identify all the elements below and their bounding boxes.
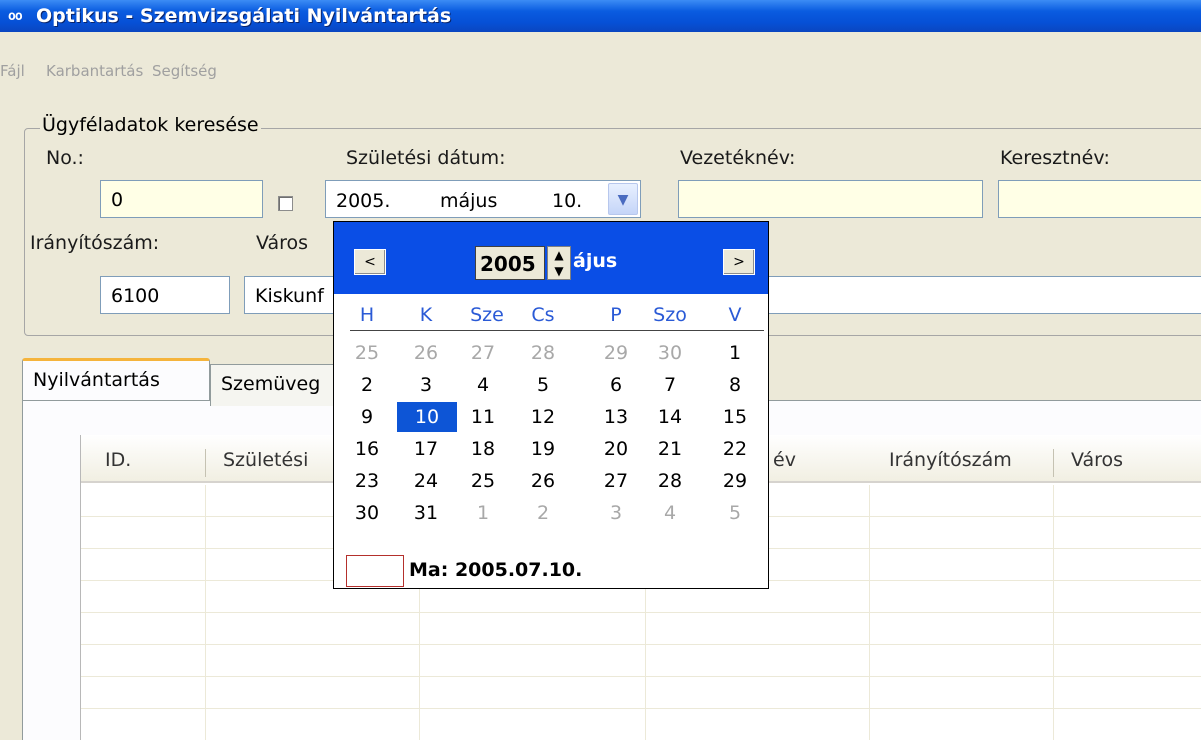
calendar-day[interactable]: 11	[458, 402, 508, 432]
search-group-title: Ügyféladatok keresése	[40, 114, 261, 136]
month-name[interactable]: ájus	[573, 250, 617, 272]
calendar-day[interactable]: 5	[710, 498, 760, 528]
calendar-day[interactable]: 12	[518, 402, 568, 432]
calendar-day[interactable]: 29	[591, 338, 641, 368]
menu-bar: Fájl Karbantartás Segítség	[0, 62, 1201, 92]
weekday-label: V	[728, 304, 742, 326]
menu-item-segitseg[interactable]: Segítség	[152, 62, 217, 80]
calendar-popup: < 2005 ▲ ▼ ájus > H K Sze Cs P Szo V 25 26…	[333, 221, 769, 589]
zip-field[interactable]: 6100	[100, 276, 230, 314]
lastname-label: Vezetéknév:	[680, 147, 796, 169]
calendar-day[interactable]: 21	[645, 434, 695, 464]
calendar-day[interactable]: 4	[458, 370, 508, 400]
calendar-day[interactable]: 27	[591, 466, 641, 496]
calendar-day[interactable]: 28	[645, 466, 695, 496]
city-label: Város	[256, 232, 309, 254]
calendar-day[interactable]: 9	[342, 402, 392, 432]
calendar-day[interactable]: 14	[645, 402, 695, 432]
year-field[interactable]: 2005	[475, 246, 545, 280]
window-title: Optikus - Szemvizsgálati Nyilvántartás	[36, 5, 452, 27]
weekday-label: Cs	[531, 304, 555, 326]
weekday-label: Sze	[470, 304, 504, 326]
calendar-day[interactable]: 30	[342, 498, 392, 528]
birthdate-label: Születési dátum:	[346, 147, 506, 169]
calendar-day[interactable]: 23	[342, 466, 392, 496]
spin-arrows-icon: ▲ ▼	[554, 248, 564, 278]
app-glasses-icon: oo	[8, 9, 23, 24]
grid-column-line	[869, 485, 870, 740]
calendar-day[interactable]: 6	[591, 370, 641, 400]
chevron-right-icon: >	[733, 254, 745, 270]
column-header-zip[interactable]: Irányítószám	[889, 449, 1012, 471]
tab-szemuveg[interactable]: Szemüveg	[210, 364, 350, 406]
next-month-button[interactable]: >	[723, 249, 755, 275]
calendar-day[interactable]: 30	[645, 338, 695, 368]
firstname-field[interactable]	[998, 180, 1201, 218]
year-spinner[interactable]: ▲ ▼	[547, 246, 571, 280]
calendar-day[interactable]: 15	[710, 402, 760, 432]
birthdate-picker[interactable]: 2005. május 10. ▼	[325, 180, 641, 218]
date-year[interactable]: 2005.	[336, 190, 390, 212]
tab-nyilvantartas[interactable]: Nyilvántartás	[22, 358, 210, 400]
today-marker[interactable]	[346, 555, 404, 587]
today-label[interactable]: Ma: 2005.07.10.	[409, 559, 582, 581]
calendar-day[interactable]: 18	[458, 434, 508, 464]
calendar-day[interactable]: 16	[342, 434, 392, 464]
calendar-day[interactable]: 25	[342, 338, 392, 368]
column-header-city[interactable]: Város	[1071, 449, 1123, 471]
calendar-day[interactable]: 20	[591, 434, 641, 464]
calendar-day[interactable]: 1	[710, 338, 760, 368]
chevron-left-icon: <	[364, 254, 376, 270]
title-bar: oo Optikus - Szemvizsgálati Nyilvántartá…	[0, 0, 1201, 32]
grid-column-line	[1053, 485, 1054, 740]
weekday-label: H	[359, 304, 375, 326]
lastname-field[interactable]	[678, 180, 983, 218]
calendar-day[interactable]: 24	[401, 466, 451, 496]
calendar-day[interactable]: 2	[342, 370, 392, 400]
weekday-label: P	[610, 304, 622, 326]
calendar-day[interactable]: 29	[710, 466, 760, 496]
calendar-day[interactable]: 4	[645, 498, 695, 528]
birthdate-checkbox[interactable]	[278, 196, 293, 211]
calendar-day[interactable]: 25	[458, 466, 508, 496]
column-header-birthdate[interactable]: Születési	[223, 449, 308, 471]
calendar-day[interactable]: 3	[591, 498, 641, 528]
calendar-day[interactable]: 26	[401, 338, 451, 368]
previous-month-button[interactable]: <	[354, 249, 386, 275]
date-month[interactable]: május	[440, 190, 497, 212]
calendar-day[interactable]: 22	[710, 434, 760, 464]
calendar-day[interactable]: 26	[518, 466, 568, 496]
weekday-label: Szo	[653, 304, 687, 326]
weekday-label: K	[419, 304, 433, 326]
calendar-day[interactable]: 13	[591, 402, 641, 432]
calendar-day[interactable]: 19	[518, 434, 568, 464]
firstname-label: Keresztnév:	[1000, 147, 1110, 169]
calendar-day[interactable]: 7	[645, 370, 695, 400]
calendar-header: < 2005 ▲ ▼ ájus >	[334, 222, 768, 294]
weekday-divider	[350, 330, 764, 331]
calendar-day[interactable]: 8	[710, 370, 760, 400]
menu-item-karbantartas[interactable]: Karbantartás	[46, 62, 143, 80]
no-label: No.:	[46, 147, 84, 169]
column-separator[interactable]	[1053, 449, 1054, 477]
calendar-day[interactable]: 3	[401, 370, 451, 400]
column-header-id[interactable]: ID.	[105, 449, 131, 471]
calendar-day[interactable]: 2	[518, 498, 568, 528]
zip-label: Irányítószám:	[30, 232, 160, 254]
calendar-day[interactable]: 27	[458, 338, 508, 368]
column-separator[interactable]	[205, 449, 206, 477]
column-header-name[interactable]: év	[773, 449, 796, 471]
calendar-day[interactable]: 5	[518, 370, 568, 400]
calendar-day[interactable]: 1	[458, 498, 508, 528]
date-day[interactable]: 10.	[552, 190, 582, 212]
calendar-day[interactable]: 10	[397, 402, 457, 432]
calendar-day[interactable]: 17	[401, 434, 451, 464]
menu-item-fajl[interactable]: Fájl	[0, 62, 25, 80]
calendar-day[interactable]: 31	[401, 498, 451, 528]
no-field[interactable]: 0	[100, 180, 263, 218]
chevron-down-icon[interactable]: ▼	[608, 183, 638, 215]
grid-column-line	[205, 485, 206, 740]
calendar-day[interactable]: 28	[518, 338, 568, 368]
